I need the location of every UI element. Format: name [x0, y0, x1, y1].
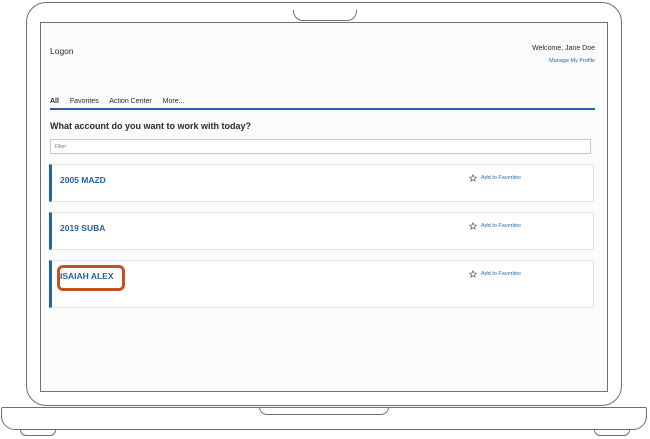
laptop-screen: Logon Welcome, Jane Doe Manage My Profil…	[40, 22, 608, 392]
account-card[interactable]: ISAIAH ALEX Add to Favorites	[49, 260, 594, 308]
laptop-base-groove	[259, 407, 389, 415]
account-name[interactable]: 2019 SUBA	[60, 223, 105, 233]
tab-action-center[interactable]: Action Center	[109, 98, 151, 105]
account-card[interactable]: 2019 SUBA Add to Favorites	[49, 212, 594, 250]
tab-more[interactable]: More...	[163, 98, 185, 105]
laptop-foot-right	[594, 429, 630, 436]
account-name[interactable]: ISAIAH ALEX	[60, 271, 114, 281]
tab-favorites[interactable]: Favorites	[70, 98, 99, 105]
star-outline-icon	[469, 222, 477, 230]
add-to-favorites-label: Add to Favorites	[481, 271, 522, 277]
add-to-favorites-button[interactable]: Add to Favorites	[469, 174, 521, 182]
filter-input[interactable]	[50, 139, 591, 154]
page-title: Logon	[50, 46, 74, 56]
star-outline-icon	[469, 174, 477, 182]
add-to-favorites-button[interactable]: Add to Favorites	[469, 270, 521, 278]
tab-bar: All Favorites Action Center More...	[50, 98, 193, 105]
tab-underline	[50, 108, 595, 110]
account-card[interactable]: 2005 MAZD Add to Favorites	[49, 164, 594, 202]
add-to-favorites-button[interactable]: Add to Favorites	[469, 222, 521, 230]
tab-all[interactable]: All	[50, 98, 59, 105]
account-name[interactable]: 2005 MAZD	[60, 175, 106, 185]
add-to-favorites-label: Add to Favorites	[481, 223, 522, 229]
star-outline-icon	[469, 270, 477, 278]
manage-profile-link[interactable]: Manage My Profile	[549, 58, 595, 64]
account-question: What account do you want to work with to…	[50, 121, 251, 131]
add-to-favorites-label: Add to Favorites	[481, 175, 522, 181]
welcome-text: Welcome, Jane Doe	[532, 45, 595, 52]
camera-notch	[293, 10, 357, 21]
logon-page: Logon Welcome, Jane Doe Manage My Profil…	[41, 23, 607, 391]
laptop-foot-left	[20, 429, 56, 436]
